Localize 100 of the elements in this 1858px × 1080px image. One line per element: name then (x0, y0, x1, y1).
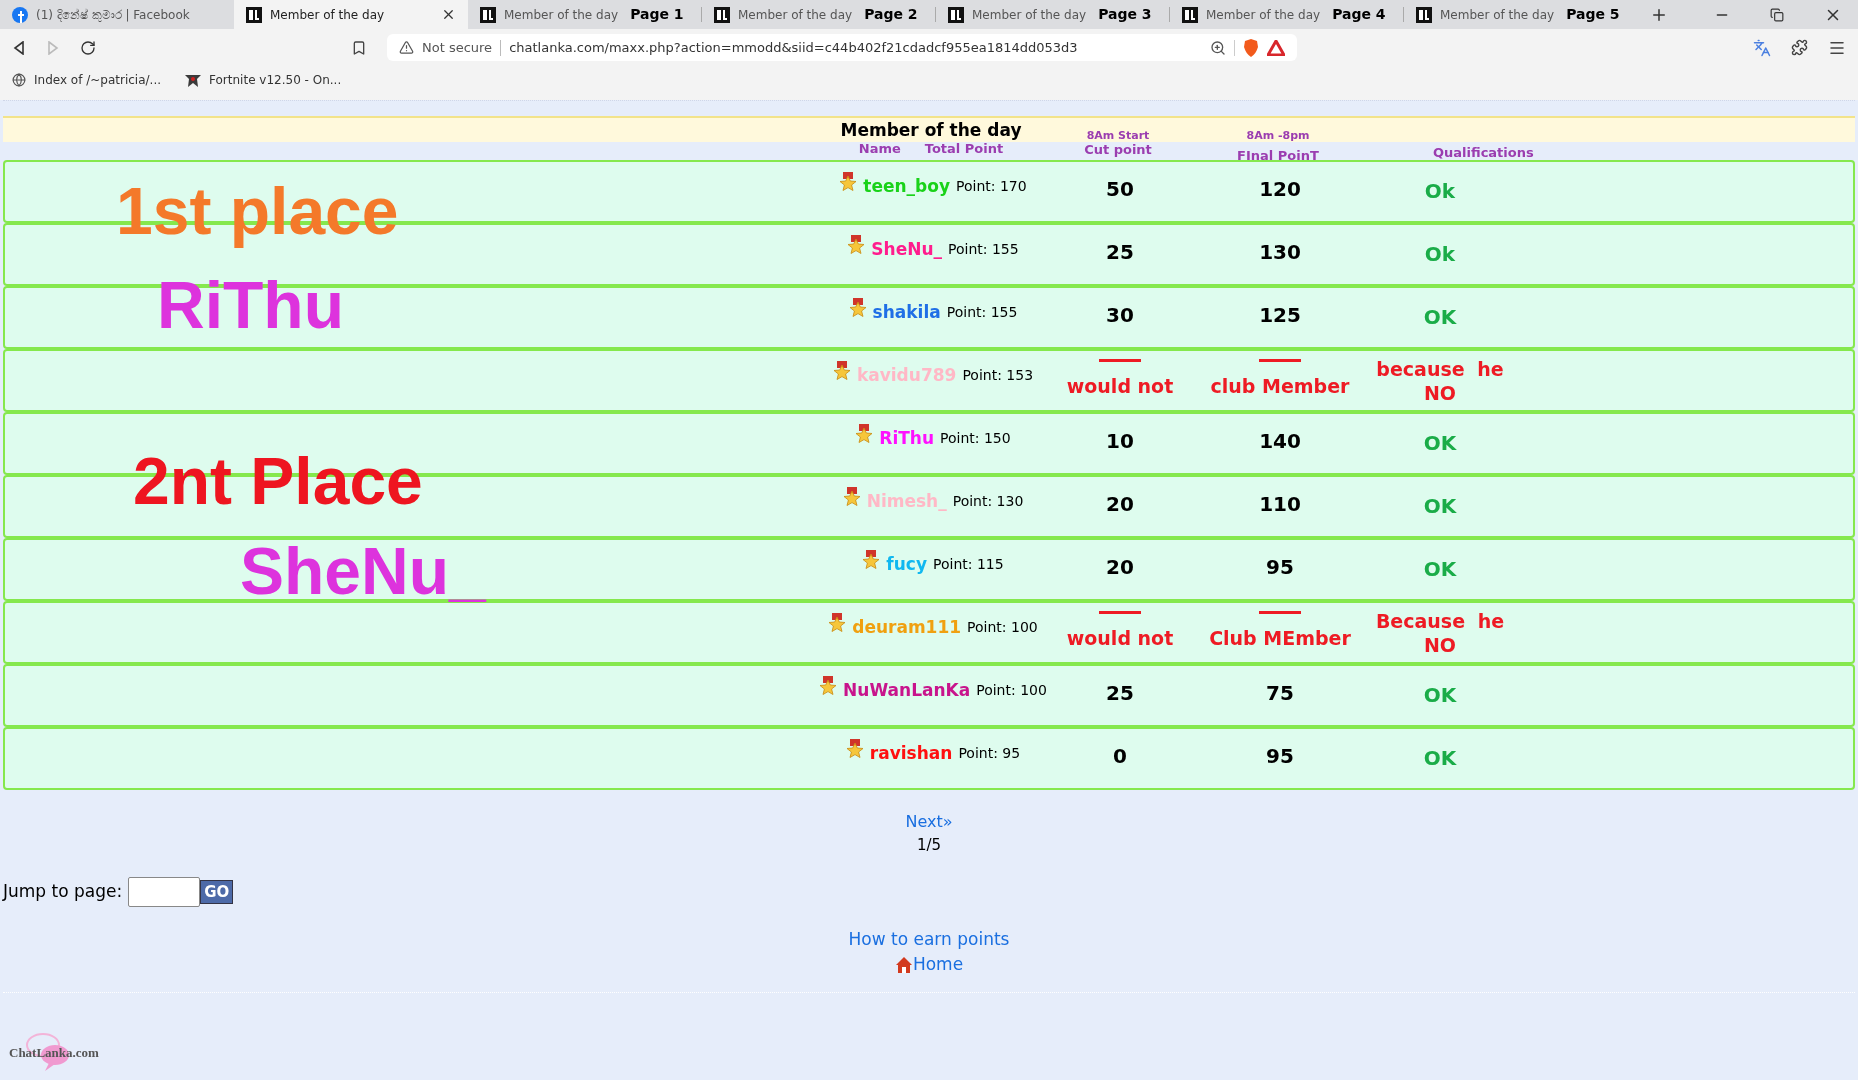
tab-title: Member of the day (504, 6, 619, 24)
tab-page-label: Page 4 (1332, 5, 1386, 24)
tab-page-label: Page 3 (1098, 5, 1152, 24)
restore-icon[interactable] (1770, 7, 1784, 22)
site-logo-text: ChatLanka.com (9, 1043, 99, 1062)
note-text: club Member (1210, 375, 1350, 397)
member-points: Point: 115 (933, 555, 1004, 574)
site-favicon-icon (1182, 6, 1198, 23)
tab-title: Member of the day (1440, 6, 1555, 24)
tab-title: Member of the day (1206, 6, 1321, 24)
browser-tab[interactable]: Member of the day (234, 0, 468, 29)
column-caption: 8Am Start (1086, 129, 1150, 142)
member-points: Point: 95 (958, 744, 1021, 763)
final-point-value: 95 (1266, 744, 1294, 768)
page-counter: 1/5 (916, 835, 942, 856)
tab-page-label: Page 2 (864, 5, 918, 24)
go-button[interactable]: GO (200, 879, 234, 904)
jump-label: Jump to page: (3, 879, 123, 903)
triangle-icon[interactable] (1267, 39, 1285, 56)
site-favicon-icon (714, 6, 730, 23)
final-point-value: 75 (1266, 681, 1294, 705)
cut-point-value: 20 (1106, 492, 1134, 516)
cut-point-value: 10 (1106, 429, 1134, 453)
final-point-value: 125 (1259, 303, 1301, 327)
member-name: shakila (872, 301, 941, 324)
reload-icon[interactable] (80, 39, 96, 56)
member-name: kavidu789 (856, 364, 957, 387)
star-medal-icon (862, 550, 881, 570)
column-header: Cut point (1084, 142, 1152, 157)
bookmark-icon[interactable] (351, 39, 367, 56)
earn-points-link[interactable]: How to earn points (848, 926, 1010, 952)
extensions-icon[interactable] (1791, 39, 1808, 56)
facebook-favicon-icon (12, 6, 28, 23)
star-medal-icon (819, 676, 838, 696)
site-favicon-icon (948, 6, 964, 23)
translate-icon[interactable] (1753, 38, 1771, 57)
cut-point-value: 50 (1106, 177, 1134, 201)
reason-text: Because he (1375, 609, 1505, 633)
browser-tab[interactable]: Member of the day Page 3 (936, 0, 1170, 29)
tab-title: (1) දිනේෂ් කුමාර | Facebook (36, 6, 190, 24)
security-label: Not secure (422, 38, 493, 57)
page-input[interactable] (128, 876, 201, 907)
shield-icon[interactable] (1243, 38, 1259, 57)
back-icon[interactable] (12, 40, 26, 55)
home-link[interactable]: Home (894, 952, 964, 978)
member-name: deuram111 (852, 616, 962, 639)
member-points: Point: 100 (976, 681, 1047, 700)
url-text: chatlanka.com/maxx.php?action=mmodd&siid=c44b402f21cdadcf955ea1814dd053d3 (509, 38, 1078, 57)
member-name: RiThu (879, 427, 935, 450)
close-icon[interactable] (441, 7, 456, 22)
site-favicon-icon (1416, 6, 1432, 23)
final-point-value: 95 (1266, 555, 1294, 579)
final-point-value: 110 (1259, 492, 1301, 516)
member-points: Point: 155 (946, 303, 1018, 322)
zoom-icon[interactable] (1210, 39, 1226, 56)
tab-page-label: Page 1 (630, 5, 684, 24)
star-medal-icon (842, 487, 861, 507)
member-name: teen_boy (863, 175, 951, 198)
browser-tab[interactable]: Member of the day Page 5 (1404, 0, 1638, 29)
bookmark-item[interactable]: Index of /~patricia/... (12, 70, 162, 89)
warning-icon (399, 40, 414, 55)
house-icon (894, 955, 913, 974)
cut-point-value: 25 (1106, 240, 1134, 264)
site-favicon-icon (246, 6, 262, 23)
final-point-value: 130 (1259, 240, 1301, 264)
browser-tab[interactable]: Member of the day Page 1 (468, 0, 702, 29)
globe-icon (12, 72, 26, 87)
site-favicon-icon (480, 6, 496, 23)
annotation-text: SheNu_ (240, 538, 486, 604)
tab-title: Member of the day (972, 6, 1087, 24)
star-medal-icon (848, 298, 867, 318)
cut-point-value: 20 (1106, 555, 1134, 579)
next-link[interactable]: Next» (905, 810, 953, 834)
qualification-status: OK (1423, 431, 1457, 455)
note-text: Club MEmber (1209, 627, 1351, 649)
member-points: Point: 100 (967, 618, 1038, 637)
verdict-text: NO (1423, 381, 1457, 405)
address-bar[interactable]: Not secure chatlanka.com/maxx.php?action=mmodd&siid=c44b402f21cdadcf955ea1814dd053d3 (387, 34, 1297, 61)
star-medal-icon (845, 739, 864, 759)
member-points: Point: 170 (956, 177, 1027, 196)
browser-tab[interactable]: Member of the day Page 4 (1170, 0, 1404, 29)
cut-point-value: 25 (1106, 681, 1134, 705)
note-text: would not (1066, 627, 1174, 649)
dash-mark (1259, 611, 1301, 614)
tab-title: Member of the day (738, 6, 853, 24)
browser-tab[interactable]: Member of the day Page 2 (702, 0, 936, 29)
dash-mark (1099, 359, 1141, 362)
dash-mark (1099, 611, 1141, 614)
member-name: Nimesh_ (866, 490, 947, 513)
reason-text: because he (1376, 357, 1504, 381)
column-header: Name (858, 142, 901, 158)
member-name: fucy (886, 553, 927, 576)
qualification-status: OK (1423, 557, 1457, 581)
member-points: Point: 130 (952, 492, 1024, 511)
verdict-text: NO (1423, 633, 1457, 657)
browser-tab[interactable]: (1) දිනේෂ් කුමාර | Facebook (0, 0, 234, 29)
bookmark-item[interactable]: Fortnite v12.50 - On... (185, 70, 342, 89)
cut-point-value: 30 (1106, 303, 1134, 327)
qualification-status: OK (1423, 683, 1457, 707)
star-medal-icon (855, 424, 874, 444)
